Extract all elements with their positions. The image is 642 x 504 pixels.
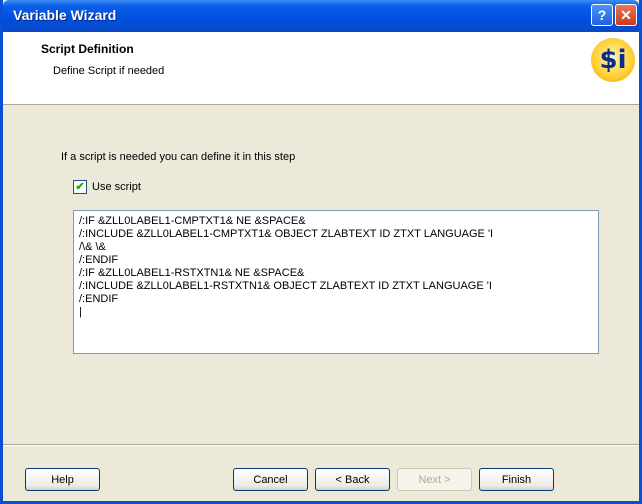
wizard-content: If a script is needed you can define it … xyxy=(3,105,639,445)
script-line: /:ENDIF xyxy=(79,254,119,266)
help-button[interactable]: Help xyxy=(25,468,100,491)
finish-button[interactable]: Finish xyxy=(479,468,554,491)
use-script-option[interactable]: ✔ Use script xyxy=(73,180,141,194)
script-line: /:INCLUDE &ZLL0LABEL1-CMPTXT1& OBJECT ZL… xyxy=(79,228,494,240)
script-line: /:IF &ZLL0LABEL1-RSTXTN1& NE &SPACE& xyxy=(79,267,305,279)
next-button[interactable]: Next > xyxy=(397,468,472,491)
back-button[interactable]: < Back xyxy=(315,468,390,491)
script-line: /:ENDIF xyxy=(79,293,119,305)
instruction-text: If a script is needed you can define it … xyxy=(61,151,296,163)
footer-divider xyxy=(3,444,639,446)
wizard-header: Script Definition Define Script if neede… xyxy=(3,32,639,105)
close-icon[interactable]: ✕ xyxy=(615,4,637,26)
app-logo-icon: $i xyxy=(591,38,635,82)
use-script-label: Use script xyxy=(92,181,141,193)
wizard-window: Variable Wizard ? ✕ Script Definition De… xyxy=(0,0,642,504)
window-title: Variable Wizard xyxy=(13,7,117,23)
step-subtitle: Define Script if needed xyxy=(53,65,165,77)
cancel-button[interactable]: Cancel xyxy=(233,468,308,491)
text-caret: | xyxy=(79,306,82,318)
use-script-checkbox[interactable]: ✔ xyxy=(73,180,87,194)
title-bar[interactable]: Variable Wizard ? ✕ xyxy=(3,0,639,32)
script-line: /:IF &ZLL0LABEL1-CMPTXT1& NE &SPACE& xyxy=(79,215,306,227)
help-icon[interactable]: ? xyxy=(591,4,613,26)
script-line: /\& \& xyxy=(79,241,106,253)
script-line: /:INCLUDE &ZLL0LABEL1-RSTXTN1& OBJECT ZL… xyxy=(79,280,492,292)
script-editor[interactable]: /:IF &ZLL0LABEL1-CMPTXT1& NE &SPACE&/:IN… xyxy=(73,210,599,354)
step-title: Script Definition xyxy=(41,42,134,56)
